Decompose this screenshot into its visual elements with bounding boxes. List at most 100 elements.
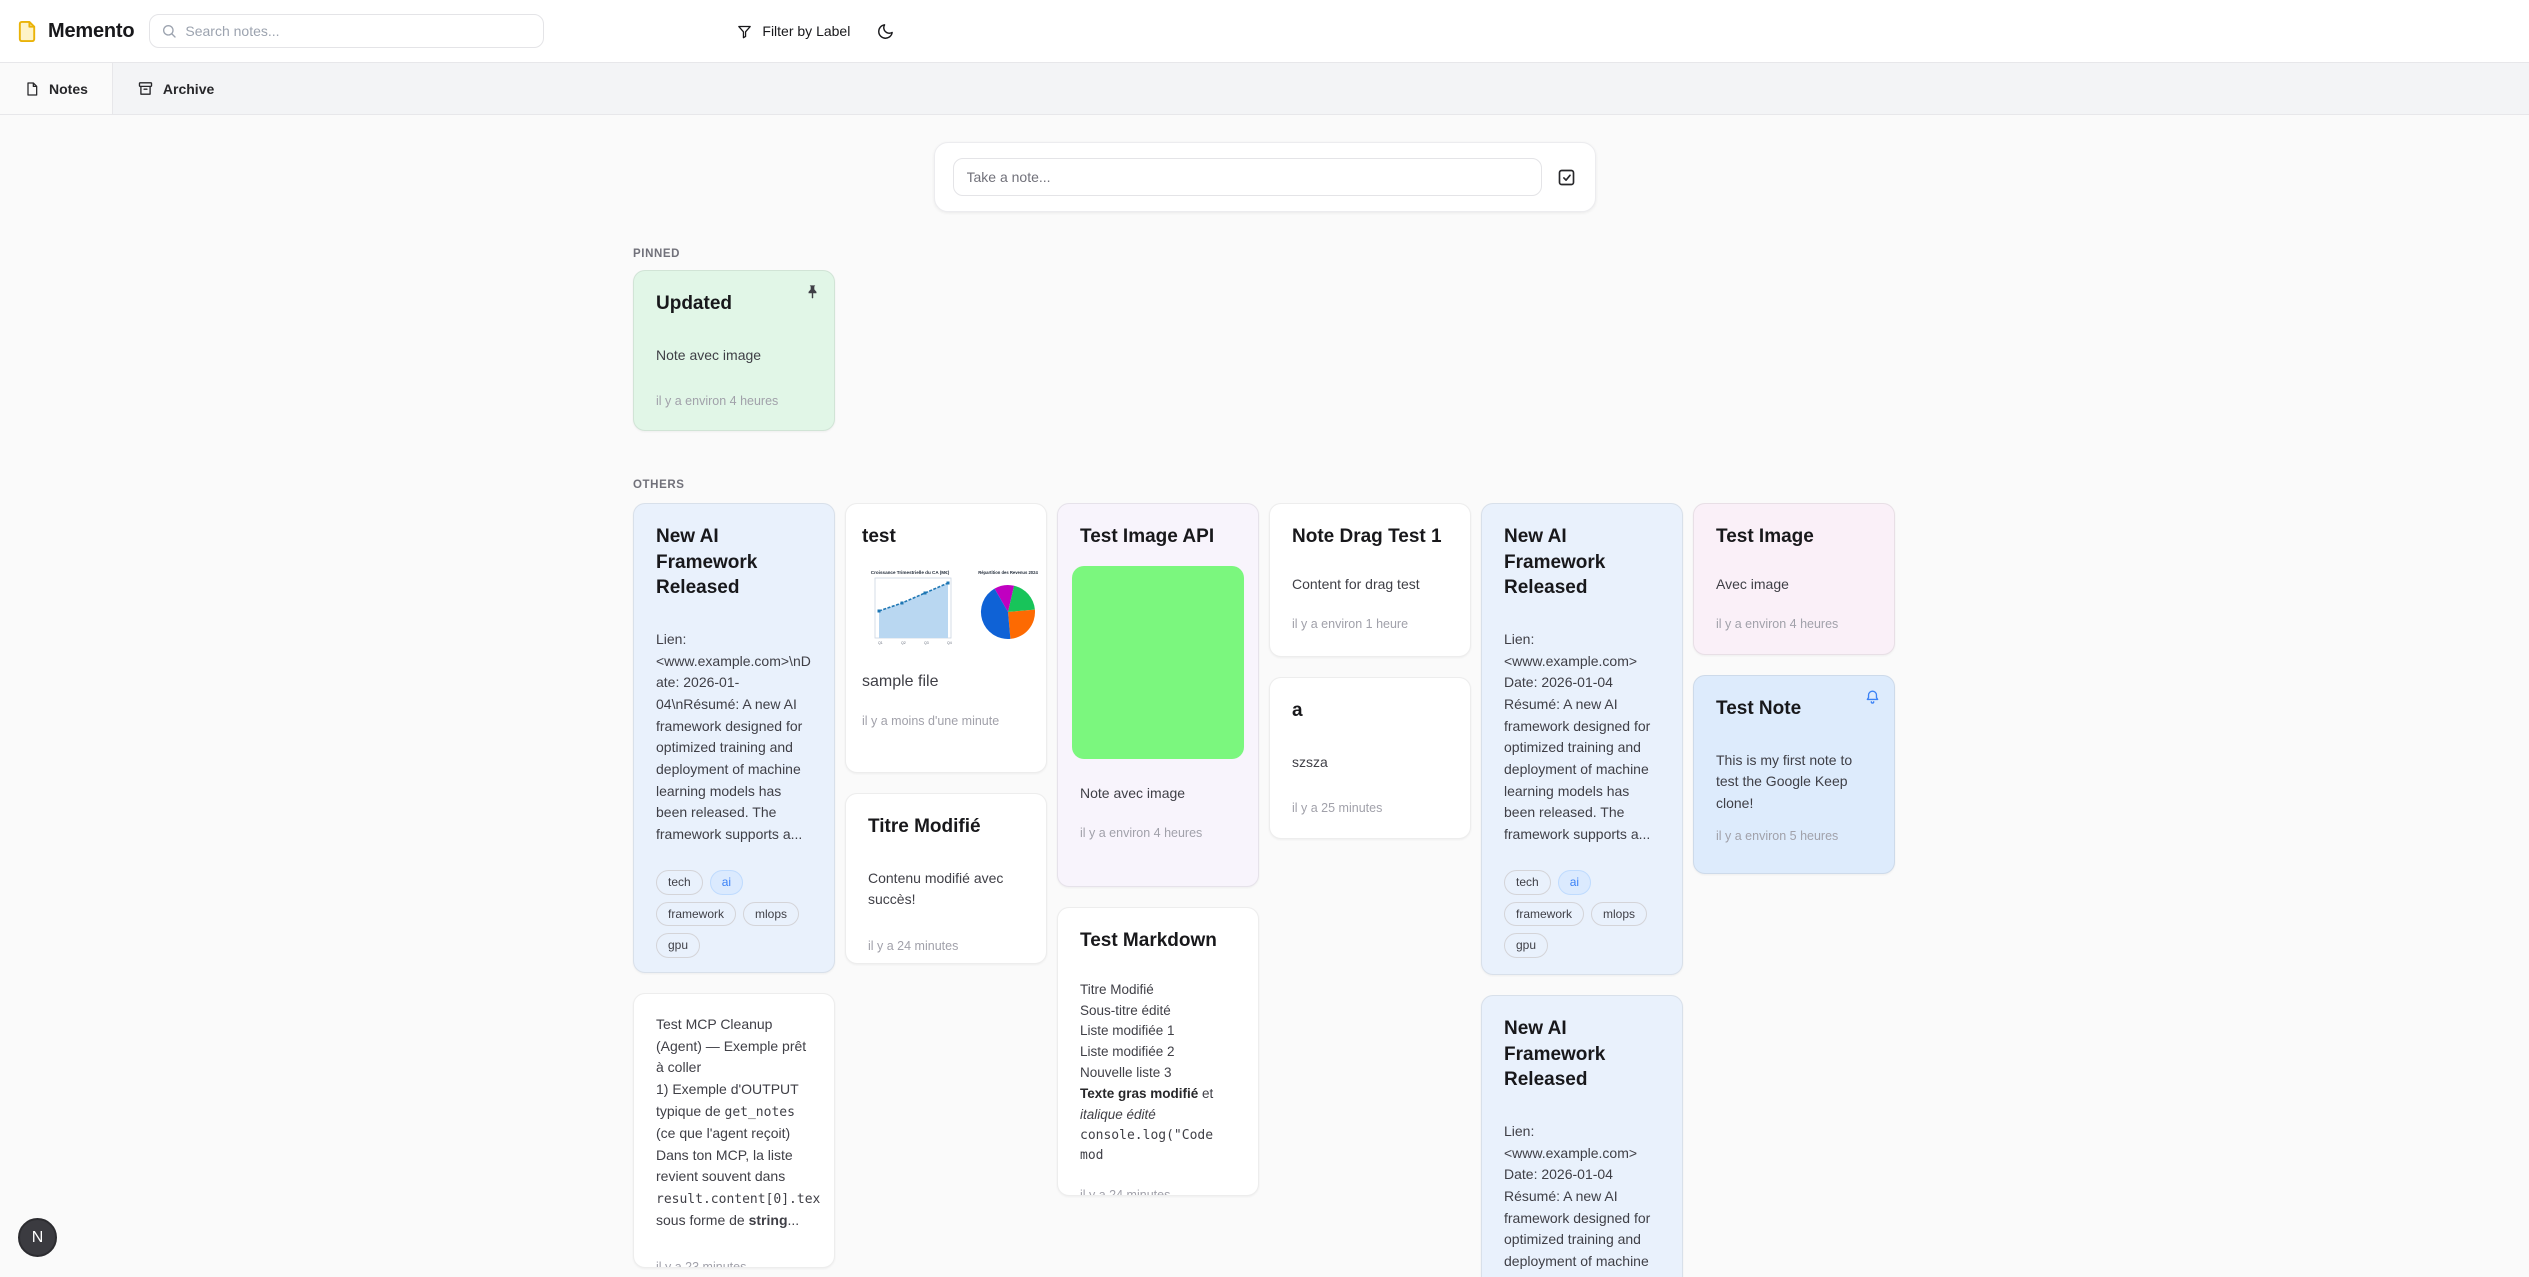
search-icon bbox=[161, 23, 177, 39]
note-body: Content for drag test bbox=[1292, 574, 1448, 596]
note-card-new-ai-framework-1[interactable]: New AI Framework Released Lien: <www.exa… bbox=[633, 503, 835, 973]
svg-text:Q4: Q4 bbox=[947, 641, 952, 645]
checkbox-icon bbox=[1556, 167, 1577, 188]
note-card-titre-modifie[interactable]: Titre Modifié Contenu modifié avec succè… bbox=[845, 793, 1047, 964]
note-timestamp: il y a environ 4 heures bbox=[1716, 617, 1872, 631]
take-a-note-input[interactable] bbox=[953, 158, 1542, 196]
note-body: Lien: <www.example.com> Date: 2026-01-04… bbox=[1504, 629, 1660, 846]
pinned-row: Updated Note avec image il y a environ 4… bbox=[633, 270, 1896, 431]
note-card-updated[interactable]: Updated Note avec image il y a environ 4… bbox=[633, 270, 835, 431]
archive-box-icon bbox=[137, 80, 154, 97]
tab-notes-label: Notes bbox=[49, 81, 88, 97]
notes-board: New AI Framework Released Lien: <www.exa… bbox=[633, 503, 1896, 1277]
note-file-icon bbox=[24, 81, 40, 97]
tab-archive-label: Archive bbox=[163, 81, 214, 97]
board-column-6: Test Image Avec image il y a environ 4 h… bbox=[1693, 503, 1895, 874]
note-card-new-ai-framework-2[interactable]: New AI Framework Released Lien: <www.exa… bbox=[1481, 503, 1683, 975]
note-timestamp: il y a environ 4 heures bbox=[656, 394, 812, 408]
note-card-test-markdown[interactable]: Test Markdown Titre Modifié Sous-titre é… bbox=[1057, 907, 1259, 1196]
tag-chip-ai[interactable]: ai bbox=[710, 870, 743, 895]
tag-chip-mlops[interactable]: mlops bbox=[1591, 902, 1647, 927]
note-timestamp: il y a environ 5 heures bbox=[1716, 829, 1872, 843]
note-title: test bbox=[862, 524, 1030, 550]
search-input[interactable] bbox=[185, 23, 532, 39]
note-title: New AI Framework Released bbox=[1504, 1016, 1624, 1093]
unpin-button[interactable] bbox=[803, 283, 822, 302]
user-avatar-button[interactable]: N bbox=[18, 1218, 57, 1257]
tag-list: tech ai framework mlops gpu bbox=[656, 870, 812, 958]
note-title: Test Markdown bbox=[1080, 928, 1236, 954]
note-body: This is my first note to test the Google… bbox=[1716, 750, 1872, 815]
board-column-3: Test Image API Note avec image il y a en… bbox=[1057, 503, 1259, 1196]
note-title: Test Image API bbox=[1072, 524, 1244, 550]
dark-mode-toggle[interactable] bbox=[876, 22, 895, 41]
board-column-4: Note Drag Test 1 Content for drag test i… bbox=[1269, 503, 1471, 839]
note-card-test-image[interactable]: Test Image Avec image il y a environ 4 h… bbox=[1693, 503, 1895, 655]
note-card-test-image-api[interactable]: Test Image API Note avec image il y a en… bbox=[1057, 503, 1259, 887]
tag-chip-gpu[interactable]: gpu bbox=[656, 933, 700, 958]
note-title: New AI Framework Released bbox=[656, 524, 776, 601]
note-body: Contenu modifié avec succès! bbox=[868, 868, 1024, 911]
note-title: Test Note bbox=[1716, 696, 1872, 722]
pie-chart-thumbnail: Répartition des Revenus 2024 bbox=[964, 566, 1047, 652]
app-window: Memento Filter by Label Notes bbox=[0, 0, 2529, 1277]
mcp-text-1: Test MCP Cleanup (Agent) — Exemple prêt … bbox=[656, 1016, 810, 1119]
funnel-icon bbox=[736, 23, 753, 40]
markdown-line: Liste modifiée 1 bbox=[1080, 1021, 1236, 1042]
note-card-note-drag-test-1[interactable]: Note Drag Test 1 Content for drag test i… bbox=[1269, 503, 1471, 657]
mcp-code-get-notes: get_notes bbox=[725, 1105, 795, 1120]
note-timestamp: il y a 23 minutes bbox=[656, 1260, 812, 1268]
note-timestamp: il y a 25 minutes bbox=[1292, 801, 1448, 815]
note-card-test[interactable]: test Croissance Trimestrielle du CA (M€) bbox=[845, 503, 1047, 773]
bell-icon bbox=[1863, 688, 1882, 707]
markdown-line: Liste modifiée 2 bbox=[1080, 1042, 1236, 1063]
others-section-label: OTHERS bbox=[633, 479, 1896, 491]
note-body: sample file bbox=[862, 670, 1030, 695]
markdown-line: Sous-titre édité bbox=[1080, 1001, 1236, 1022]
search-box[interactable] bbox=[149, 14, 544, 48]
note-image-green bbox=[1072, 566, 1244, 759]
board-column-1: New AI Framework Released Lien: <www.exa… bbox=[633, 503, 835, 1268]
markdown-bold-text: Texte gras modifié bbox=[1080, 1086, 1198, 1101]
tag-chip-framework[interactable]: framework bbox=[1504, 902, 1584, 927]
note-body: Note avec image bbox=[1072, 783, 1244, 805]
tag-chip-mlops[interactable]: mlops bbox=[743, 902, 799, 927]
note-card-new-ai-framework-3[interactable]: New AI Framework Released Lien: <www.exa… bbox=[1481, 995, 1683, 1277]
tag-chip-framework[interactable]: framework bbox=[656, 902, 736, 927]
app-logo-icon bbox=[16, 20, 39, 43]
filter-by-label-button[interactable]: Filter by Label bbox=[736, 23, 850, 40]
tag-chip-ai[interactable]: ai bbox=[1558, 870, 1591, 895]
pin-icon bbox=[803, 283, 822, 302]
new-checklist-button[interactable] bbox=[1556, 167, 1577, 188]
note-timestamp: il y a 24 minutes bbox=[868, 939, 1024, 953]
tag-chip-gpu[interactable]: gpu bbox=[1504, 933, 1548, 958]
tag-chip-tech[interactable]: tech bbox=[656, 870, 703, 895]
mcp-bold-string: string bbox=[749, 1212, 788, 1228]
tag-list: tech ai framework mlops gpu bbox=[1504, 870, 1660, 958]
note-card-test-mcp-cleanup[interactable]: Test MCP Cleanup (Agent) — Exemple prêt … bbox=[633, 993, 835, 1268]
note-card-a[interactable]: a szsza il y a 25 minutes bbox=[1269, 677, 1471, 839]
moon-icon bbox=[876, 22, 895, 41]
note-body: Test MCP Cleanup (Agent) — Exemple prêt … bbox=[656, 1014, 812, 1232]
line-chart-title: Croissance Trimestrielle du CA (M€) bbox=[871, 570, 950, 575]
board-column-5: New AI Framework Released Lien: <www.exa… bbox=[1481, 503, 1683, 1277]
markdown-line-bold: Texte gras modifié et bbox=[1080, 1084, 1236, 1105]
reminder-button[interactable] bbox=[1863, 688, 1882, 707]
note-body: Lien: <www.example.com>\nDate: 2026-01-0… bbox=[656, 629, 812, 846]
note-title: Titre Modifié bbox=[868, 814, 1024, 840]
note-composer[interactable] bbox=[934, 142, 1596, 212]
tag-chip-tech[interactable]: tech bbox=[1504, 870, 1551, 895]
tab-archive[interactable]: Archive bbox=[113, 63, 238, 114]
tab-bar: Notes Archive bbox=[0, 63, 2529, 115]
tab-notes[interactable]: Notes bbox=[0, 63, 113, 114]
mcp-code-result-content: result.content[0].tex bbox=[656, 1192, 820, 1207]
board-column-2: test Croissance Trimestrielle du CA (M€) bbox=[845, 503, 1047, 964]
note-timestamp: il y a moins d'une minute bbox=[862, 714, 1030, 728]
note-title: a bbox=[1292, 698, 1448, 724]
note-card-test-note[interactable]: Test Note This is my first note to test … bbox=[1693, 675, 1895, 874]
note-title: Test Image bbox=[1716, 524, 1872, 550]
note-body: Lien: <www.example.com> Date: 2026-01-04… bbox=[1504, 1121, 1660, 1277]
note-title: New AI Framework Released bbox=[1504, 524, 1624, 601]
markdown-line-italic: italique édité bbox=[1080, 1105, 1236, 1126]
avatar-initial: N bbox=[32, 1229, 44, 1247]
